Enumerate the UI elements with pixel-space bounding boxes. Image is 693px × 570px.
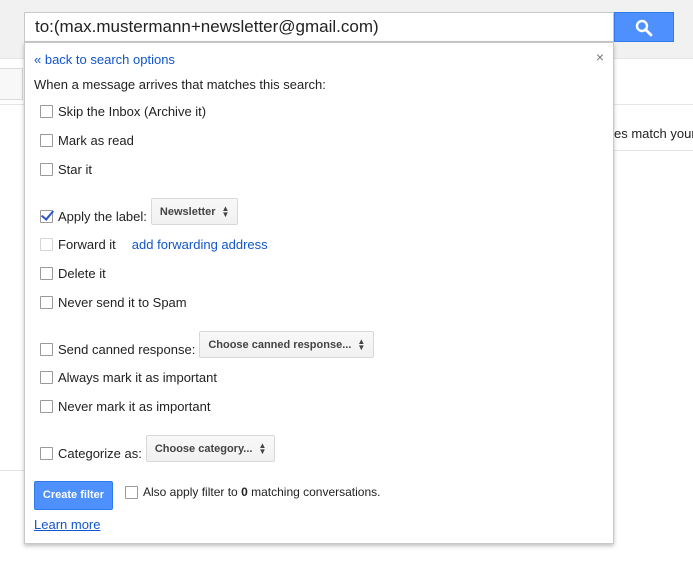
option-label: Star it [58,162,92,177]
option-categorize: Categorize as: Choose category... ▲ ▼ [40,435,276,467]
search-icon [635,19,653,37]
option-label: Never send it to Spam [58,295,187,310]
also-apply-suffix: matching conversations. [251,485,381,499]
option-label: Skip the Inbox (Archive it) [58,104,207,119]
canned-response-checkbox[interactable] [40,343,53,356]
option-always-important: Always mark it as important [40,370,217,385]
category-select[interactable]: Choose category... ▲ ▼ [145,435,276,462]
learn-more-link[interactable]: Learn more [34,517,100,532]
divider [0,470,24,471]
option-label: Delete it [58,266,106,281]
option-mark-read: Mark as read [40,133,134,148]
option-never-spam: Never send it to Spam [40,295,187,310]
option-apply-label: Apply the label: Newsletter ▲ ▼ [40,198,239,230]
filter-dialog: « back to search options × When a messag… [24,42,614,544]
categorize-checkbox[interactable] [40,447,53,460]
updown-arrow-icon: ▲ ▼ [357,336,366,352]
label-select-value: Newsletter [159,205,216,218]
option-forward: Forward it add forwarding address [40,237,268,252]
always-important-checkbox[interactable] [40,371,53,384]
close-icon[interactable]: × [596,49,604,65]
dialog-intro: When a message arrives that matches this… [34,77,326,92]
option-star: Star it [40,162,92,177]
category-select-value: Choose category... [154,442,253,455]
create-filter-button[interactable]: Create filter [34,481,113,510]
forward-checkbox[interactable] [40,238,53,251]
option-label: Mark as read [58,133,134,148]
background-button [0,68,23,100]
never-important-checkbox[interactable] [40,400,53,413]
star-checkbox[interactable] [40,163,53,176]
apply-label-checkbox[interactable] [40,210,53,223]
divider [614,150,693,151]
updown-arrow-icon: ▲ ▼ [258,440,267,456]
also-apply-prefix: Also apply filter to [143,485,238,499]
background-text: es match your [614,126,693,141]
option-label: Categorize as: [58,446,142,461]
search-input[interactable]: to:(max.mustermann+newsletter@gmail.com) [24,12,614,42]
label-select[interactable]: Newsletter ▲ ▼ [150,198,239,225]
skip-inbox-checkbox[interactable] [40,105,53,118]
also-apply-option: Also apply filter to 0 matching conversa… [125,485,381,499]
canned-response-select[interactable]: Choose canned response... ▲ ▼ [199,331,375,358]
option-label: Always mark it as important [58,370,217,385]
option-delete: Delete it [40,266,106,281]
option-label: Forward it [58,237,116,252]
delete-checkbox[interactable] [40,267,53,280]
back-to-search-link[interactable]: « back to search options [34,52,175,67]
option-never-important: Never mark it as important [40,399,210,414]
also-apply-checkbox[interactable] [125,485,138,499]
matching-count: 0 [241,485,248,499]
updown-arrow-icon: ▲ ▼ [221,203,230,219]
option-canned-response: Send canned response: Choose canned resp… [40,331,375,363]
mark-read-checkbox[interactable] [40,134,53,147]
option-label: Apply the label: [58,209,147,224]
never-spam-checkbox[interactable] [40,296,53,309]
option-label: Never mark it as important [58,399,211,414]
option-skip-inbox: Skip the Inbox (Archive it) [40,104,206,119]
search-button[interactable] [614,12,674,42]
option-label: Send canned response: [58,342,196,357]
add-forwarding-address-link[interactable]: add forwarding address [132,237,268,252]
canned-select-value: Choose canned response... [208,338,352,351]
